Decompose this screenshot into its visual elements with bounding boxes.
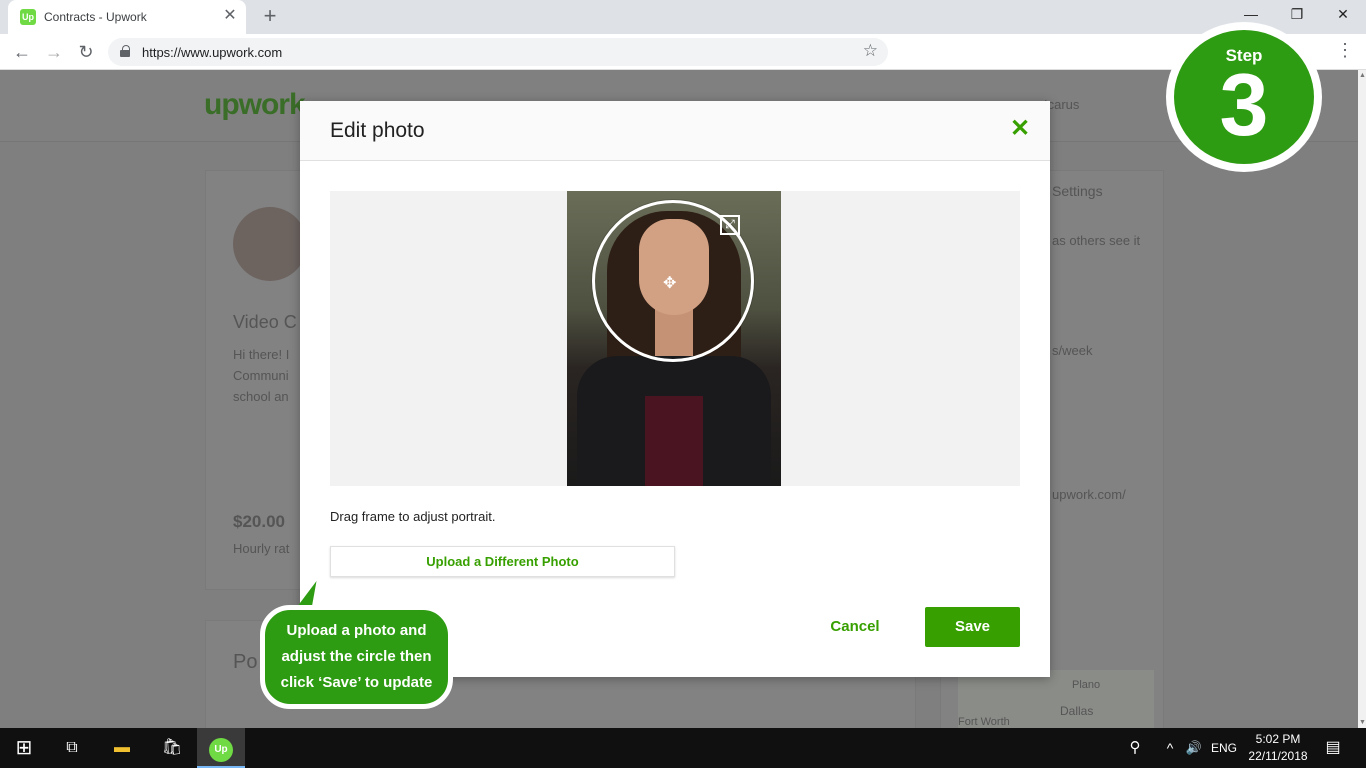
- map-label-dallas: Dallas: [1060, 704, 1094, 718]
- upwork-favicon-icon: Up: [20, 9, 36, 25]
- drag-hint: Drag frame to adjust portrait.: [330, 509, 496, 524]
- edit-photo-modal: Edit photo ✕ ⤢ ✥ Drag frame to adjust po…: [300, 101, 1050, 677]
- callout-line-2: adjust the circle then: [281, 648, 432, 665]
- tray-chevron-icon[interactable]: ^: [1158, 728, 1182, 768]
- browser-tabstrip: Up Contracts - Upwork ✕ + — ❐ ✕: [0, 0, 1366, 34]
- new-tab-button[interactable]: +: [258, 4, 282, 28]
- restore-button[interactable]: ❐: [1274, 0, 1320, 30]
- video-heading: Video C: [233, 312, 297, 332]
- browser-menu-icon[interactable]: ⋮: [1336, 40, 1354, 61]
- resize-handle-icon[interactable]: ⤢: [720, 215, 740, 235]
- settings-link[interactable]: Settings: [1052, 183, 1103, 199]
- photo-shirt: [645, 396, 703, 486]
- lock-icon: [120, 45, 130, 57]
- move-icon[interactable]: ✥: [663, 273, 676, 293]
- step-badge-inner: Step 3: [1174, 30, 1314, 164]
- callout-line-3: click ‘Save’ to update: [280, 674, 433, 691]
- clock-date: 22/11/2018: [1248, 749, 1308, 763]
- callout-text: Upload a photo and adjust the circle the…: [265, 618, 448, 696]
- avatar: [233, 207, 307, 281]
- window-close-button[interactable]: ✕: [1320, 0, 1366, 30]
- profile-url: upwork.com/: [1052, 487, 1126, 502]
- callout-line-1: Upload a photo and: [286, 622, 427, 639]
- windows-start-icon[interactable]: ⊞: [0, 728, 48, 768]
- location-map: Plano Dallas Fort Worth: [958, 670, 1154, 728]
- page-scrollbar[interactable]: ▲ ▼: [1358, 70, 1366, 728]
- tab-title: Contracts - Upwork: [44, 10, 147, 24]
- language-indicator[interactable]: ENG: [1208, 728, 1240, 768]
- address-bar[interactable]: https://www.upwork.com ☆: [108, 38, 888, 66]
- upwork-logo: upwork: [204, 88, 306, 121]
- instruction-callout: Upload a photo and adjust the circle the…: [260, 605, 453, 709]
- step-number: 3: [1219, 55, 1269, 154]
- close-icon[interactable]: ✕: [1008, 117, 1032, 141]
- intro-line-3: school an: [233, 389, 289, 404]
- clock[interactable]: 5:02 PM 22/11/2018: [1244, 731, 1312, 765]
- scroll-up-icon[interactable]: ▲: [1359, 72, 1366, 79]
- photo-crop-area: ⤢ ✥: [330, 191, 1020, 486]
- map-label-fortworth: Fort Worth: [958, 716, 1010, 728]
- file-explorer-icon[interactable]: ▬: [98, 728, 146, 768]
- tab-contracts[interactable]: Up Contracts - Upwork ✕: [8, 0, 246, 34]
- save-button[interactable]: Save: [925, 607, 1020, 647]
- portfolio-heading: Po: [233, 651, 258, 673]
- back-button[interactable]: ←: [10, 40, 34, 64]
- task-view-icon[interactable]: ⧉: [48, 728, 96, 768]
- modal-header: Edit photo ✕: [300, 101, 1050, 161]
- cancel-button[interactable]: Cancel: [810, 607, 900, 647]
- forward-button[interactable]: →: [42, 40, 66, 64]
- volume-icon[interactable]: 🔊: [1182, 728, 1206, 768]
- hourly-rate-label: Hourly rat: [233, 541, 290, 556]
- bookmark-star-icon[interactable]: ☆: [863, 41, 878, 61]
- url-text: https://www.upwork.com: [142, 45, 283, 60]
- hourly-rate: $20.00: [233, 512, 285, 531]
- view-as-others: as others see it: [1052, 233, 1141, 248]
- step-badge: Step 3: [1166, 22, 1322, 172]
- clock-time: 5:02 PM: [1255, 732, 1301, 746]
- browser-toolbar: ← → ↻ https://www.upwork.com ☆ ⋮: [0, 34, 1366, 70]
- upwork-app-logo: Up: [209, 738, 233, 762]
- intro-line-1: Hi there! I: [233, 347, 290, 362]
- people-icon[interactable]: ⚲: [1122, 728, 1148, 768]
- store-icon[interactable]: 🛍: [148, 728, 196, 768]
- availability: s/week: [1052, 343, 1093, 358]
- map-label-plano: Plano: [1072, 679, 1101, 691]
- upload-different-photo-button[interactable]: Upload a Different Photo: [330, 546, 675, 577]
- modal-title: Edit photo: [330, 119, 425, 142]
- notification-icon[interactable]: ▤: [1320, 728, 1346, 768]
- scroll-down-icon[interactable]: ▼: [1359, 719, 1366, 726]
- intro-line-2: Communi: [233, 368, 289, 383]
- upwork-app-icon[interactable]: Up: [197, 728, 245, 768]
- tab-close-icon[interactable]: ✕: [220, 6, 240, 26]
- reload-button[interactable]: ↻: [74, 40, 98, 64]
- windows-taskbar: ⊞ ⧉ ▬ 🛍 Up ⚲ ^ 🔊 ENG 5:02 PM 22/11/2018 …: [0, 728, 1366, 768]
